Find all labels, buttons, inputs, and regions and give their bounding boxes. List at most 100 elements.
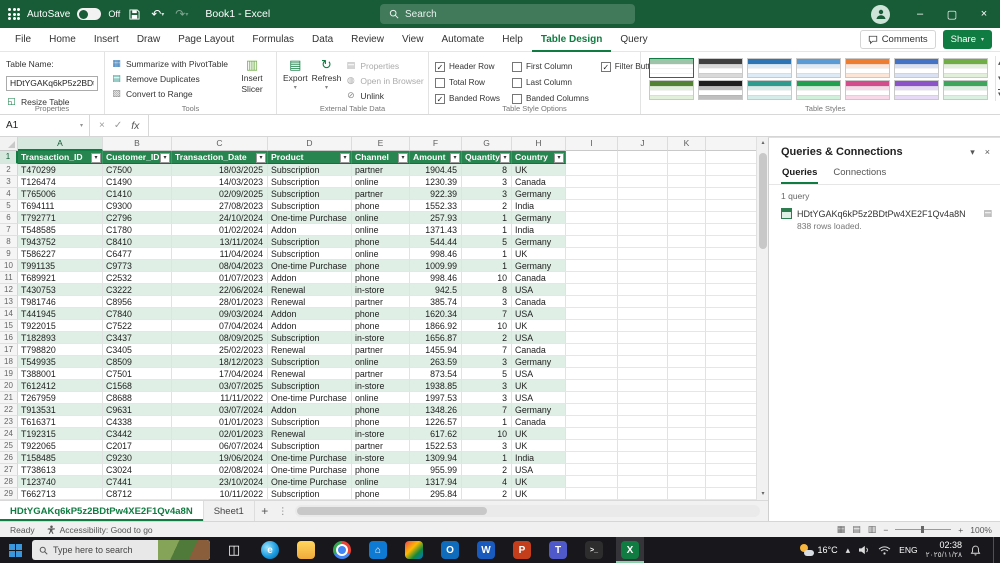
select-all-button[interactable]	[0, 137, 18, 151]
cell-G20[interactable]: 3	[462, 380, 512, 392]
cell-K14[interactable]	[668, 308, 706, 320]
vertical-scrollbar[interactable]: ▴ ▾	[756, 137, 768, 500]
cell-J6[interactable]	[618, 212, 668, 224]
cell-G17[interactable]: 7	[462, 344, 512, 356]
row-header-10[interactable]: 10	[0, 260, 18, 272]
cell-K26[interactable]	[668, 452, 706, 464]
cell-A26[interactable]: T158485	[18, 452, 103, 464]
option-last-column[interactable]: Last Column	[511, 75, 589, 90]
cell-A4[interactable]: T765006	[18, 188, 103, 200]
cell-H27[interactable]: USA	[512, 464, 566, 476]
network-icon[interactable]	[878, 545, 891, 555]
cell-B28[interactable]: C7441	[103, 476, 172, 488]
cell-D16[interactable]: Subscription	[268, 332, 352, 344]
cell-H18[interactable]: Germany	[512, 356, 566, 368]
cell-F22[interactable]: 1348.26	[410, 404, 462, 416]
column-header-B[interactable]: B	[103, 137, 172, 151]
cell-A5[interactable]: T694111	[18, 200, 103, 212]
unlink-button[interactable]: ⊘ Unlink	[345, 88, 423, 103]
cell-J22[interactable]	[618, 404, 668, 416]
cell-B20[interactable]: C1568	[103, 380, 172, 392]
cell-B23[interactable]: C4338	[103, 416, 172, 428]
cell-J3[interactable]	[618, 176, 668, 188]
cell-G27[interactable]: 2	[462, 464, 512, 476]
cell-I22[interactable]	[566, 404, 618, 416]
cell-A16[interactable]: T182893	[18, 332, 103, 344]
cell-H14[interactable]: USA	[512, 308, 566, 320]
cell-A17[interactable]: T798820	[18, 344, 103, 356]
cell-K15[interactable]	[668, 320, 706, 332]
cell-G25[interactable]: 3	[462, 440, 512, 452]
cell-F23[interactable]: 1226.57	[410, 416, 462, 428]
zoom-slider[interactable]	[895, 526, 952, 533]
cell-A6[interactable]: T792771	[18, 212, 103, 224]
ribbon-tab-table-design[interactable]: Table Design	[531, 28, 612, 52]
autosave-toggle[interactable]	[77, 8, 102, 20]
cell-B13[interactable]: C8956	[103, 296, 172, 308]
filter-dropdown-icon[interactable]: ▾	[160, 152, 170, 163]
row-header-26[interactable]: 26	[0, 452, 18, 464]
insert-function-button[interactable]: fx	[131, 120, 139, 132]
cell-G9[interactable]: 1	[462, 248, 512, 260]
cell-A23[interactable]: T616371	[18, 416, 103, 428]
cell-B15[interactable]: C7522	[103, 320, 172, 332]
column-header-H[interactable]: H	[512, 137, 566, 151]
normal-view-button[interactable]: ▦	[837, 524, 846, 535]
row-header-25[interactable]: 25	[0, 440, 18, 452]
cell-G28[interactable]: 4	[462, 476, 512, 488]
title-search-box[interactable]: Search	[380, 4, 635, 24]
zoom-out-button[interactable]: −	[883, 525, 888, 535]
filter-dropdown-icon[interactable]: ▾	[398, 152, 408, 163]
cell-K4[interactable]	[668, 188, 706, 200]
cell-J24[interactable]	[618, 428, 668, 440]
cell-A18[interactable]: T549935	[18, 356, 103, 368]
cell-A27[interactable]: T738613	[18, 464, 103, 476]
cell-J7[interactable]	[618, 224, 668, 236]
cell-C15[interactable]: 07/04/2024	[172, 320, 268, 332]
refresh-button[interactable]: ↻ Refresh ▾	[312, 56, 342, 101]
cell-A20[interactable]: T612412	[18, 380, 103, 392]
cell-H4[interactable]: Germany	[512, 188, 566, 200]
cell-B27[interactable]: C3024	[103, 464, 172, 476]
cell-K17[interactable]	[668, 344, 706, 356]
cell-I4[interactable]	[566, 188, 618, 200]
row-header-27[interactable]: 27	[0, 464, 18, 476]
teams-icon[interactable]: T	[544, 537, 572, 563]
column-header-F[interactable]: F	[410, 137, 462, 151]
cell-J21[interactable]	[618, 392, 668, 404]
cell-B25[interactable]: C2017	[103, 440, 172, 452]
row-header-23[interactable]: 23	[0, 416, 18, 428]
option-total-row[interactable]: Total Row	[435, 75, 500, 90]
cell-D18[interactable]: Subscription	[268, 356, 352, 368]
filter-dropdown-icon[interactable]: ▾	[554, 152, 564, 163]
cell-J1[interactable]	[618, 151, 668, 164]
sheet-tab-hdtygakq6kp5z2bdtpw4xe2f1qv4a8n[interactable]: HDtYGAKq6kP5z2BDtPw4XE2F1Qv4a8N	[0, 501, 204, 521]
column-header-D[interactable]: D	[268, 137, 352, 151]
cell-H16[interactable]: USA	[512, 332, 566, 344]
cell-B7[interactable]: C1780	[103, 224, 172, 236]
cell-A11[interactable]: T689921	[18, 272, 103, 284]
cell-J28[interactable]	[618, 476, 668, 488]
cancel-entry-button[interactable]: ×	[99, 120, 105, 131]
cell-I26[interactable]	[566, 452, 618, 464]
cell-C26[interactable]: 19/06/2024	[172, 452, 268, 464]
cell-C13[interactable]: 28/01/2023	[172, 296, 268, 308]
cell-C5[interactable]: 27/08/2023	[172, 200, 268, 212]
cell-J4[interactable]	[618, 188, 668, 200]
cell-A29[interactable]: T662713	[18, 488, 103, 500]
row-header-2[interactable]: 2	[0, 164, 18, 176]
cell-E7[interactable]: online	[352, 224, 410, 236]
cell-J29[interactable]	[618, 488, 668, 500]
cell-K2[interactable]	[668, 164, 706, 176]
cell-C28[interactable]: 23/10/2024	[172, 476, 268, 488]
cell-H13[interactable]: Canada	[512, 296, 566, 308]
zoom-level[interactable]: 100%	[970, 525, 992, 535]
cell-I17[interactable]	[566, 344, 618, 356]
column-header-J[interactable]: J	[618, 137, 668, 151]
cell-E5[interactable]: phone	[352, 200, 410, 212]
language-indicator[interactable]: ENG	[899, 545, 917, 555]
cell-B9[interactable]: C6477	[103, 248, 172, 260]
task-view-icon[interactable]: ◫	[220, 537, 248, 563]
cell-J9[interactable]	[618, 248, 668, 260]
cell-I13[interactable]	[566, 296, 618, 308]
